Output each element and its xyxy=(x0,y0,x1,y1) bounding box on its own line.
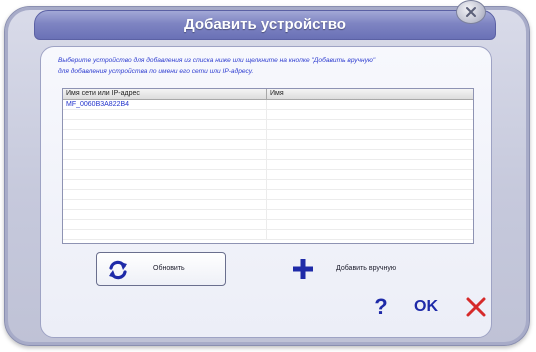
cancel-button[interactable] xyxy=(465,296,487,318)
empty-table-row xyxy=(63,170,473,180)
empty-cell xyxy=(63,220,267,229)
empty-table-row xyxy=(63,220,473,230)
x-icon xyxy=(466,297,486,317)
empty-table-row xyxy=(63,210,473,220)
plus-icon xyxy=(293,259,313,279)
empty-cell xyxy=(63,130,267,139)
dialog-title: Добавить устройство xyxy=(184,16,346,33)
empty-cell xyxy=(63,180,267,189)
title-bar: Добавить устройство xyxy=(34,10,496,40)
empty-table-row xyxy=(63,110,473,120)
refresh-button-label: Обновить xyxy=(153,265,185,272)
ok-button[interactable]: OK xyxy=(414,296,438,318)
device-list-table[interactable]: Имя сети или IP-адрес Имя MF_0060B3A822B… xyxy=(62,88,474,244)
instruction-line-1: Выберите устройство для добавления из сп… xyxy=(58,57,376,64)
empty-table-row xyxy=(63,190,473,200)
empty-table-row xyxy=(63,160,473,170)
empty-cell xyxy=(63,200,267,209)
close-button[interactable] xyxy=(456,0,486,24)
help-button[interactable]: ? xyxy=(372,294,390,320)
empty-table-row xyxy=(63,150,473,160)
instruction-line-2: для добавления устройства по имени его с… xyxy=(58,68,254,75)
empty-table-row xyxy=(63,120,473,130)
empty-cell xyxy=(63,140,267,149)
empty-table-row xyxy=(63,180,473,190)
empty-cell xyxy=(63,160,267,169)
cell-name xyxy=(267,100,473,109)
add-manually-button[interactable]: Добавить вручную xyxy=(292,258,432,280)
close-icon xyxy=(466,7,476,17)
add-manually-label: Добавить вручную xyxy=(336,265,397,272)
empty-table-row xyxy=(63,230,473,240)
column-header-name[interactable]: Имя xyxy=(267,89,473,99)
refresh-icon xyxy=(109,260,127,280)
cell-address: MF_0060B3A822B4 xyxy=(63,100,267,109)
empty-table-row xyxy=(63,140,473,150)
empty-cell xyxy=(63,150,267,159)
empty-cell xyxy=(63,110,267,119)
empty-cell xyxy=(63,230,267,239)
empty-cell xyxy=(63,120,267,129)
empty-table-row xyxy=(63,200,473,210)
empty-cell xyxy=(63,170,267,179)
empty-cell xyxy=(63,190,267,199)
empty-cell xyxy=(63,210,267,219)
empty-table-row xyxy=(63,130,473,140)
refresh-button[interactable]: Обновить xyxy=(96,252,226,286)
table-row[interactable]: MF_0060B3A822B4 xyxy=(63,100,473,110)
column-header-address[interactable]: Имя сети или IP-адрес xyxy=(63,89,267,99)
table-header: Имя сети или IP-адрес Имя xyxy=(63,89,473,100)
table-rows: MF_0060B3A822B4 xyxy=(63,100,473,240)
instruction-text: Выберите устройство для добавления из сп… xyxy=(58,55,488,77)
